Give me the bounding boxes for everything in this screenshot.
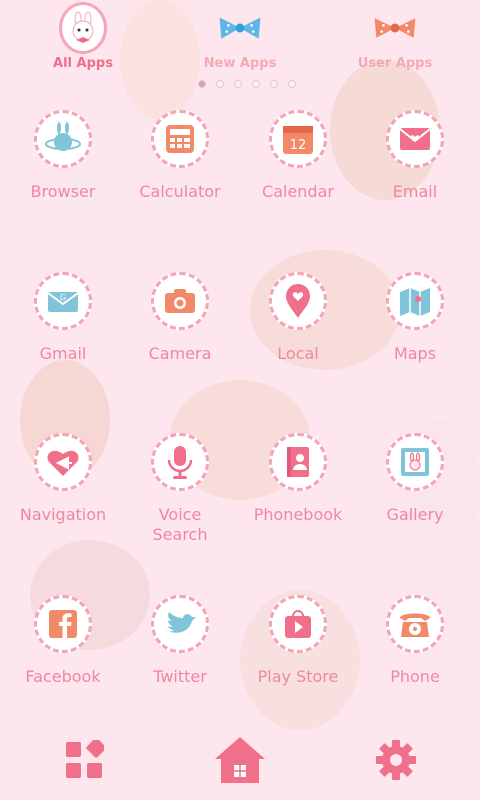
tab-user-apps[interactable]: User Apps (340, 4, 450, 71)
app-label: Gmail (39, 344, 87, 363)
app-label: Phonebook (253, 505, 343, 524)
app-facebook[interactable]: Facebook (4, 595, 122, 687)
app-gallery[interactable]: Gallery (356, 433, 474, 525)
contact-book-icon (269, 433, 327, 491)
app-label: Calculator (139, 182, 221, 201)
app-label: Email (392, 182, 438, 201)
app-play-store[interactable]: Play Store (239, 595, 357, 687)
app-phonebook[interactable]: Phonebook (239, 433, 357, 525)
map-pin-heart-icon (269, 272, 327, 330)
tab-all-apps-label: All Apps (53, 56, 113, 71)
app-label: Gallery (386, 505, 444, 524)
bunny-avatar-icon (59, 2, 107, 54)
gmail-envelope-icon: G (34, 272, 92, 330)
app-label: Maps (393, 344, 437, 363)
app-phone[interactable]: Phone (356, 595, 474, 687)
calendar-day-text: 12 (290, 138, 307, 153)
home-button[interactable] (210, 730, 270, 790)
app-label: Phone (390, 667, 440, 686)
play-bag-icon (269, 595, 327, 653)
app-gmail[interactable]: G Gmail (4, 272, 122, 364)
page-dot (270, 80, 278, 88)
tab-all-apps[interactable]: All Apps (28, 2, 138, 71)
page-dot (288, 80, 296, 88)
microphone-icon (151, 433, 209, 491)
tab-user-apps-label: User Apps (357, 56, 433, 71)
app-label: Twitter (153, 667, 207, 686)
widgets-grid-icon (66, 740, 104, 778)
app-email[interactable]: Email (356, 110, 474, 202)
page-dot (198, 80, 206, 88)
facebook-icon (34, 595, 92, 653)
tab-new-apps-label: New Apps (203, 56, 277, 71)
bird-icon (151, 595, 209, 653)
tab-new-apps[interactable]: New Apps (185, 4, 295, 71)
settings-button[interactable] (366, 730, 426, 790)
app-label: Facebook (25, 667, 101, 686)
app-browser[interactable]: Browser (4, 110, 122, 202)
heart-arrow-icon (34, 433, 92, 491)
rotary-phone-icon (386, 595, 444, 653)
app-label: Browser (30, 182, 96, 201)
envelope-heart-icon (386, 110, 444, 168)
app-voice-search[interactable]: Voice Search (121, 433, 239, 545)
calendar-icon: 12 (269, 110, 327, 168)
page-dot (252, 80, 260, 88)
app-camera[interactable]: Camera (121, 272, 239, 364)
home-dock (0, 720, 480, 800)
app-maps[interactable]: Maps (356, 272, 474, 364)
app-calculator[interactable]: Calculator (121, 110, 239, 202)
app-navigation[interactable]: Navigation (4, 433, 122, 525)
app-calendar[interactable]: 12 Calendar (239, 110, 357, 202)
planet-bunny-icon (34, 110, 92, 168)
widgets-button[interactable] (54, 730, 114, 790)
app-label: Local (277, 344, 319, 363)
app-label: Play Store (257, 667, 339, 686)
gear-icon (376, 740, 416, 780)
svg-text:G: G (60, 293, 66, 302)
app-label: Calendar (262, 182, 334, 201)
app-twitter[interactable]: Twitter (121, 595, 239, 687)
page-dot (234, 80, 242, 88)
folded-map-icon (386, 272, 444, 330)
orange-bow-icon (371, 4, 419, 52)
house-icon (215, 737, 265, 783)
app-label: Navigation (19, 505, 107, 524)
camera-icon (151, 272, 209, 330)
app-label: Camera (148, 344, 212, 363)
page-indicator (198, 80, 296, 88)
blue-bow-icon (216, 4, 264, 52)
app-drawer-tabs: All Apps New Apps User Apps (0, 0, 480, 90)
picture-frame-bunny-icon (386, 433, 444, 491)
app-label: Voice Search (152, 505, 208, 544)
calculator-icon (151, 110, 209, 168)
app-local[interactable]: Local (239, 272, 357, 364)
page-dot (216, 80, 224, 88)
